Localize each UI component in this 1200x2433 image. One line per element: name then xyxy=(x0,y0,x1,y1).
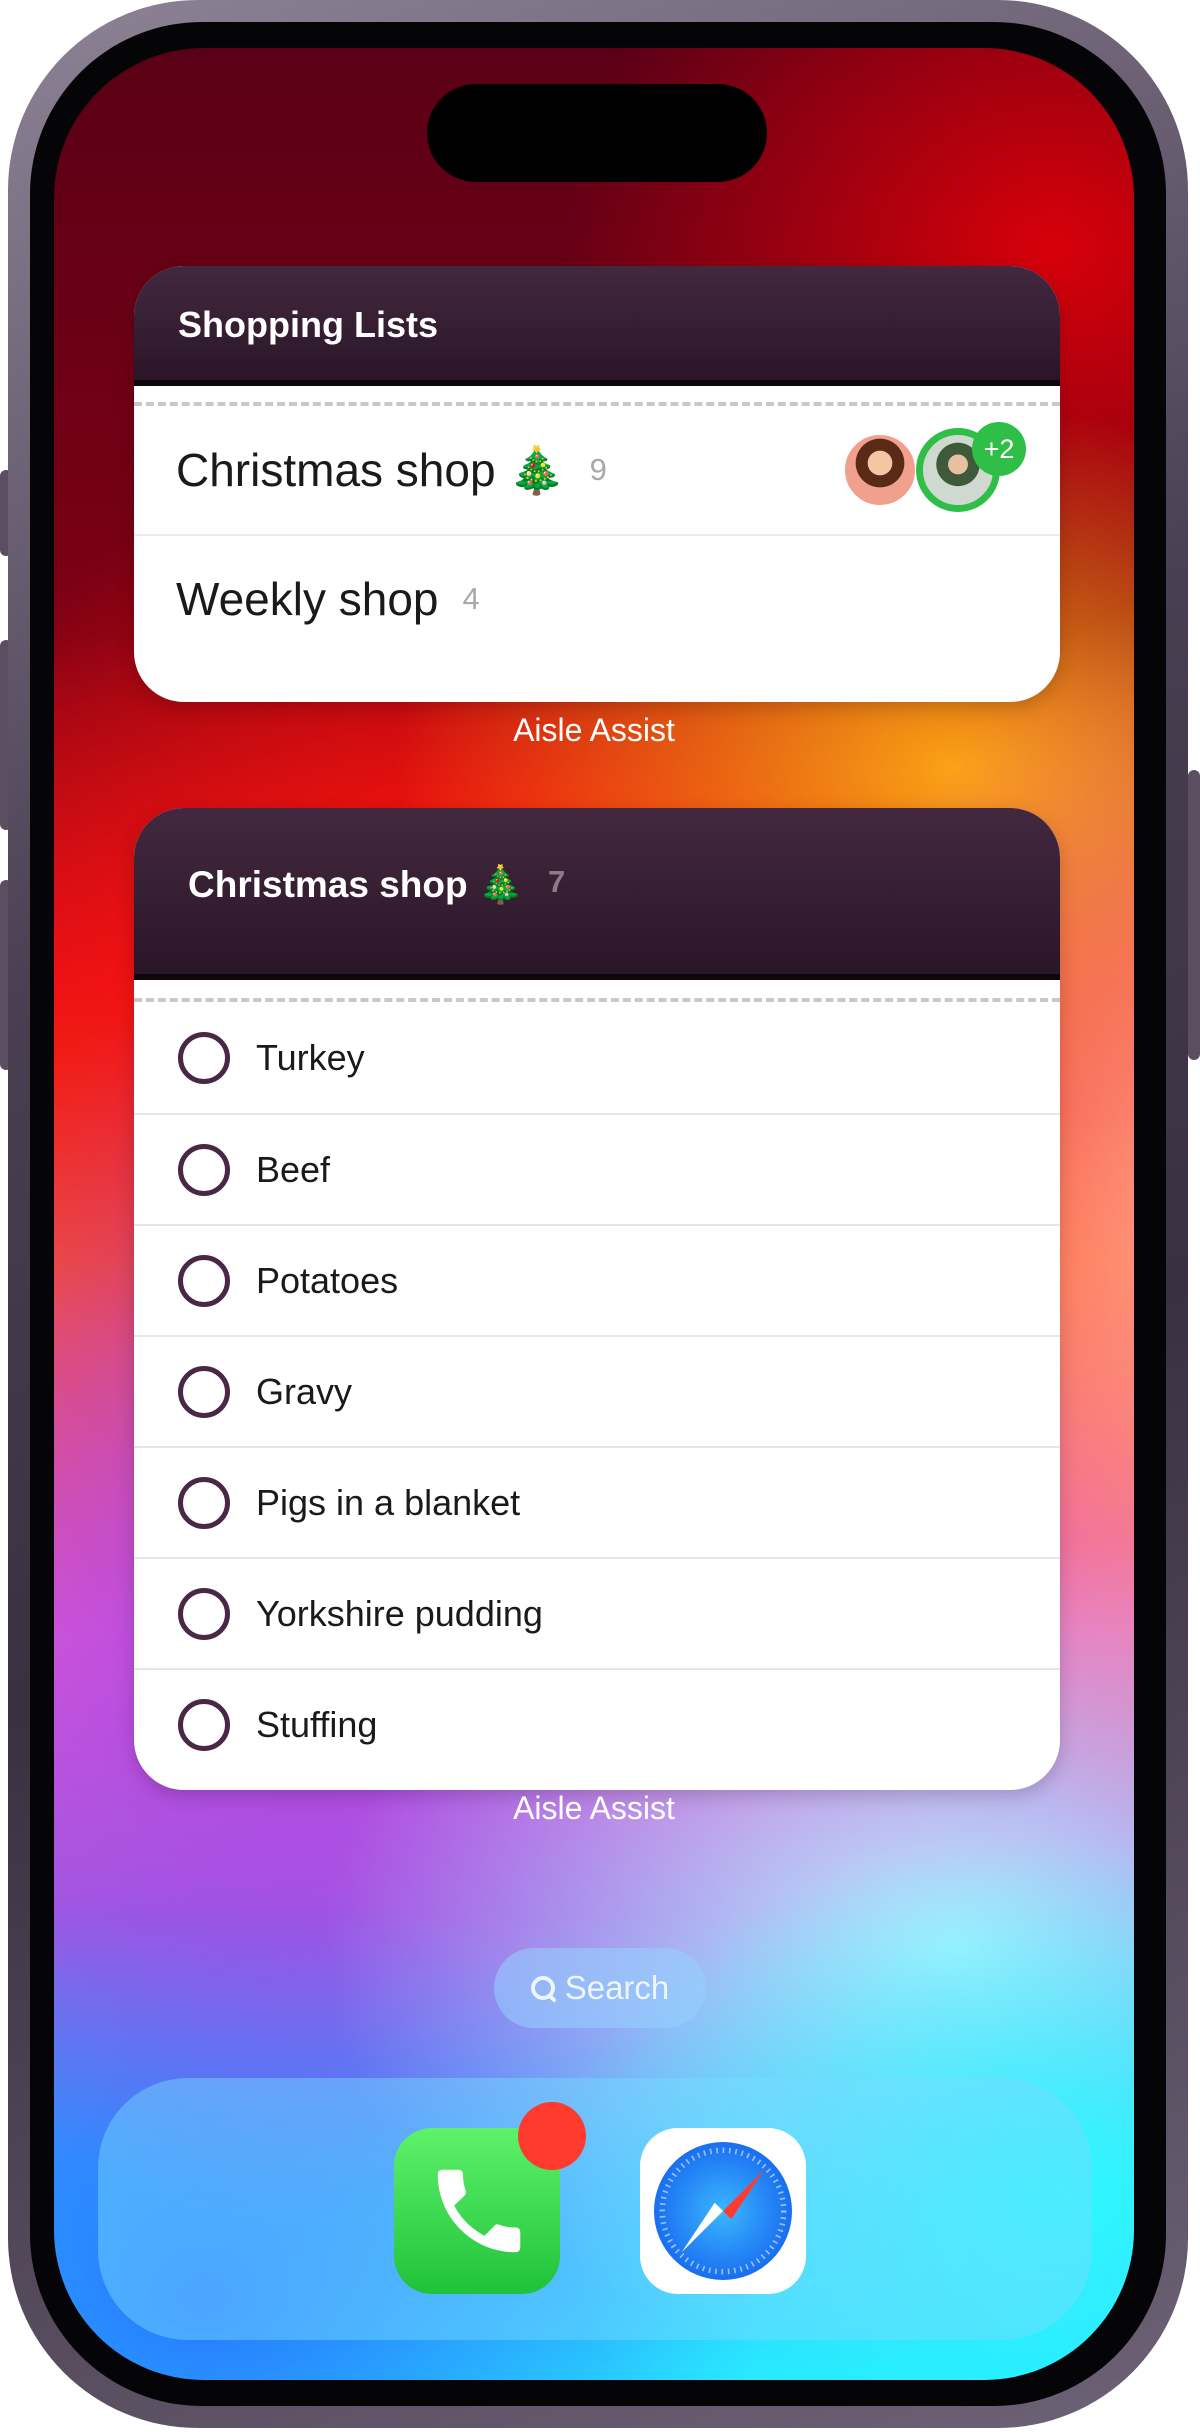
search-icon xyxy=(530,1976,555,2000)
checklist-item[interactable]: Beef xyxy=(134,1113,1060,1224)
widget-app-label: Aisle Assist xyxy=(513,1790,675,1826)
item-label: Pigs in a blanket xyxy=(256,1481,521,1523)
checklist: Turkey Beef Potatoes Gravy Pigs in a blanket… xyxy=(134,1002,1060,1779)
list-row-weekly-shop[interactable]: Weekly shop 4 xyxy=(134,534,1060,662)
item-count: 7 xyxy=(547,864,566,899)
item-label: Beef xyxy=(256,1148,331,1190)
avatar xyxy=(842,432,918,508)
extra-collaborators-badge: +2 xyxy=(972,422,1026,476)
checklist-item[interactable]: Potatoes xyxy=(134,1224,1060,1335)
item-label: Yorkshire pudding xyxy=(256,1592,543,1634)
collaborator-avatars: +2 xyxy=(804,422,1026,514)
checklist-item[interactable]: Yorkshire pudding xyxy=(134,1557,1060,1668)
home-screen: Shopping Lists Christmas shop 🎄 9 +2 Wee… xyxy=(54,48,1134,2380)
shopping-lists-widget[interactable]: Shopping Lists Christmas shop 🎄 9 +2 Wee… xyxy=(134,266,1060,702)
checkbox-circle[interactable] xyxy=(178,1698,230,1751)
christmas-shop-widget[interactable]: Christmas shop 🎄 7 Turkey Beef Potatoes Gra… xyxy=(134,808,1060,1790)
item-label: Stuffing xyxy=(256,1703,378,1745)
item-label: Gravy xyxy=(256,1370,353,1412)
item-label: Turkey xyxy=(256,1036,365,1078)
item-count: 9 xyxy=(589,452,607,487)
safari-app-icon[interactable] xyxy=(640,2128,806,2294)
search-button[interactable]: Search xyxy=(494,1948,706,2028)
widget-title: Shopping Lists xyxy=(178,304,438,345)
item-count: 4 xyxy=(462,581,480,616)
checklist-item[interactable]: Stuffing xyxy=(134,1668,1060,1779)
power-button xyxy=(1188,770,1200,1060)
notification-badge xyxy=(518,2102,586,2170)
widget-header: Shopping Lists xyxy=(134,266,1060,386)
checklist-item[interactable]: Gravy xyxy=(134,1335,1060,1446)
checkbox-circle[interactable] xyxy=(178,1587,230,1640)
checkbox-circle[interactable] xyxy=(178,1365,230,1418)
list-name: Christmas shop 🎄 xyxy=(176,443,566,496)
phone-icon xyxy=(437,2169,521,2253)
safari-compass-icon xyxy=(654,2142,792,2280)
compass-needle-icon xyxy=(659,2147,787,2275)
checklist-item[interactable]: Turkey xyxy=(134,1002,1060,1113)
widget-title: Christmas shop 🎄 xyxy=(188,864,524,905)
checklist-item[interactable]: Pigs in a blanket xyxy=(134,1446,1060,1557)
item-label: Potatoes xyxy=(256,1259,399,1301)
widget-header: Christmas shop 🎄 7 xyxy=(134,808,1060,980)
dock xyxy=(98,2078,1092,2340)
checkbox-circle[interactable] xyxy=(178,1476,230,1529)
list-name: Weekly shop xyxy=(176,573,439,625)
dynamic-island xyxy=(427,84,767,182)
checkbox-circle[interactable] xyxy=(178,1031,230,1084)
list-row-christmas-shop[interactable]: Christmas shop 🎄 9 +2 xyxy=(134,406,1060,534)
checkbox-circle[interactable] xyxy=(178,1254,230,1307)
search-label: Search xyxy=(564,1969,670,2006)
checkbox-circle[interactable] xyxy=(178,1143,230,1196)
widget-app-label: Aisle Assist xyxy=(513,712,675,748)
